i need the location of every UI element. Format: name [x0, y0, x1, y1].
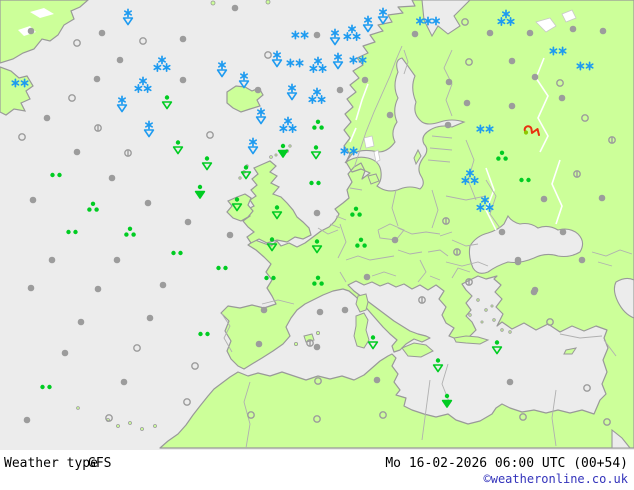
cloud-icon: [598, 194, 606, 202]
model-label: GFS: [88, 456, 112, 471]
cloud-icon: [411, 30, 419, 38]
cloud-icon: [120, 378, 128, 386]
weather-map-screenshot: Weather type GFS Mo 16-02-2026 06:00 UTC…: [0, 0, 634, 490]
status-bar: Weather type GFS Mo 16-02-2026 06:00 UTC…: [0, 450, 634, 490]
cloud-icon: [506, 378, 514, 386]
menorca: [315, 330, 320, 335]
cloud-icon: [159, 281, 167, 289]
europe-basemap: [0, 0, 634, 450]
cloud-icon: [260, 306, 268, 314]
cloud-icon: [93, 75, 101, 83]
cloud-icon: [226, 231, 234, 239]
cloud-icon: [531, 73, 539, 81]
timestamp-label: Mo 16-02-2026 06:00 UTC (00+54): [385, 456, 628, 471]
cloud-icon: [313, 343, 321, 351]
cloud-icon: [27, 284, 35, 292]
cloud-icon: [146, 314, 154, 322]
cloud-icon: [23, 416, 31, 424]
cloud-icon: [508, 57, 516, 65]
cloud-icon: [498, 228, 506, 236]
cloud-icon: [361, 76, 369, 84]
cloud-icon: [231, 4, 239, 12]
copyright-link[interactable]: ©weatheronline.co.uk: [484, 472, 629, 486]
snow-3row-icon: [416, 16, 440, 26]
cloud-icon: [116, 56, 124, 64]
cloud-icon: [486, 29, 494, 37]
cloud-icon: [445, 78, 453, 86]
cloud-icon: [569, 25, 577, 33]
cloud-icon: [540, 195, 548, 203]
cloud-icon: [313, 31, 321, 39]
cloud-icon: [514, 258, 522, 266]
cloud-icon: [578, 256, 586, 264]
cloud-icon: [43, 114, 51, 122]
cloud-icon: [179, 35, 187, 43]
cloud-icon: [341, 306, 349, 314]
cloud-icon: [526, 29, 534, 37]
map-type-label: Weather type: [4, 456, 98, 471]
cloud-icon: [48, 256, 56, 264]
cloud-icon: [144, 199, 152, 207]
cloud-icon: [391, 236, 399, 244]
cloud-icon: [94, 285, 102, 293]
cloud-icon: [77, 318, 85, 326]
cloud-icon: [184, 218, 192, 226]
ibiza: [293, 341, 298, 346]
cloud-icon: [316, 308, 324, 316]
cloud-icon: [386, 111, 394, 119]
cloud-icon: [98, 29, 106, 37]
cloud-icon: [113, 256, 121, 264]
cloud-icon: [530, 288, 538, 296]
cloud-icon: [179, 76, 187, 84]
cloud-icon: [463, 99, 471, 107]
cloud-icon: [313, 209, 321, 217]
cloud-icon: [29, 196, 37, 204]
cloud-icon: [108, 174, 116, 182]
cloud-icon: [73, 148, 81, 156]
cloud-icon: [61, 349, 69, 357]
cloud-icon: [444, 121, 452, 129]
cloud-icon: [558, 94, 566, 102]
cloud-icon: [373, 376, 381, 384]
cloud-icon: [508, 102, 516, 110]
cloud-icon: [363, 273, 371, 281]
cloud-icon: [27, 27, 35, 35]
weather-map: [0, 0, 634, 450]
cloud-icon: [255, 340, 263, 348]
cloud-icon: [559, 228, 567, 236]
cloud-icon: [336, 86, 344, 94]
cloud-icon: [254, 86, 262, 94]
cloud-icon: [599, 27, 607, 35]
